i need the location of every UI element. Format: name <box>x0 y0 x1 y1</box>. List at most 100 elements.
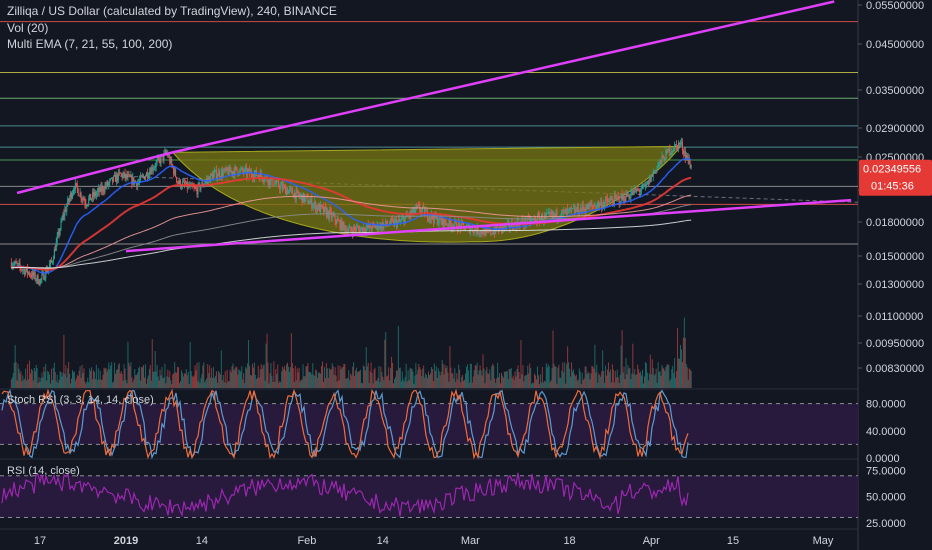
volume-bar <box>266 333 268 388</box>
candle-body <box>649 177 651 182</box>
candle-body <box>28 272 30 274</box>
volume-bar <box>303 376 305 388</box>
candle-body <box>121 173 123 178</box>
volume-bar <box>619 374 621 388</box>
volume-bar <box>33 367 35 388</box>
volume-bar <box>423 365 425 388</box>
candle-body <box>86 205 88 207</box>
volume-bar <box>232 363 234 388</box>
candle-body <box>31 271 33 278</box>
volume-bar <box>519 378 521 388</box>
candle-body <box>654 169 656 172</box>
candle-body <box>18 262 20 264</box>
candle-body <box>44 278 46 280</box>
candle-body <box>555 210 557 216</box>
volume-bar <box>617 377 619 388</box>
candle-body <box>366 224 368 228</box>
price-tick-label: 0.02900000 <box>866 123 924 135</box>
candle-body <box>286 189 288 194</box>
candle-body <box>636 189 638 192</box>
candle-body <box>141 175 143 177</box>
candle-body <box>321 204 323 207</box>
volume-bar <box>523 381 525 388</box>
candle-body <box>126 174 128 178</box>
ema-label[interactable]: Multi EMA (7, 21, 55, 100, 200) <box>7 37 172 51</box>
time-tick-label: 14 <box>377 535 389 547</box>
candle-body <box>423 206 425 208</box>
stoch-rsi-label[interactable]: Stoch RSI (3, 3, 14, 14, close) <box>7 394 154 406</box>
volume-bar <box>46 380 48 388</box>
volume-bar <box>641 375 643 388</box>
candle-body <box>283 185 285 190</box>
volume-bar <box>172 374 174 388</box>
candle-body <box>607 198 609 202</box>
volume-bar <box>548 366 550 388</box>
chart-title[interactable]: Zilliqa / US Dollar (calculated by Tradi… <box>7 4 337 18</box>
candle-body <box>327 210 329 219</box>
volume-bar <box>644 362 646 388</box>
candle-body <box>85 203 87 206</box>
volume-bar <box>634 369 636 388</box>
price-tick-label: 0.01300000 <box>866 279 924 291</box>
volume-bar <box>322 381 324 388</box>
volume-bar <box>44 371 46 388</box>
volume-bar <box>666 364 668 388</box>
rsi-label[interactable]: RSI (14, close) <box>7 465 80 477</box>
price-chart[interactable]: 0.05500000 0.04500000 0.03500000 0.02900000… <box>0 0 932 550</box>
candle-body <box>49 264 51 268</box>
volume-bar <box>106 371 108 388</box>
volume-bar <box>179 381 181 388</box>
volume-bar <box>143 365 145 388</box>
candle-body <box>329 210 331 211</box>
volume-bar <box>63 334 65 388</box>
candle-body <box>220 170 222 178</box>
volume-bar <box>618 383 620 388</box>
candle-body <box>105 185 107 187</box>
volume-bar <box>296 368 298 388</box>
volume-bar <box>12 372 14 388</box>
volume-bar <box>36 367 38 388</box>
candle-body <box>356 227 358 232</box>
volume-bar <box>186 375 188 388</box>
volume-bar <box>309 372 311 388</box>
volume-label[interactable]: Vol (20) <box>7 21 48 35</box>
volume-bar <box>239 370 241 388</box>
volume-bar <box>595 372 597 388</box>
candle-body <box>241 167 243 170</box>
volume-bar <box>290 333 292 388</box>
candle-body <box>24 269 26 275</box>
volume-bar <box>305 366 307 388</box>
volume-bar <box>192 377 194 388</box>
candle-body <box>114 174 116 182</box>
candle-body <box>318 204 320 210</box>
volume-bar <box>530 367 532 388</box>
volume-bar <box>473 370 475 388</box>
candle-body <box>644 184 646 186</box>
candle-body <box>92 192 94 199</box>
volume-bar <box>673 372 675 388</box>
volume-bar <box>490 380 492 388</box>
candle-body <box>227 170 229 175</box>
volume-bar <box>636 374 638 388</box>
volume-bar <box>212 378 214 388</box>
volume-bar <box>237 374 239 388</box>
volume-bar <box>113 381 115 388</box>
volume-bar <box>538 383 540 388</box>
volume-bar <box>324 378 326 388</box>
volume-bar <box>253 362 255 388</box>
volume-bar <box>601 371 603 388</box>
candle-body <box>677 145 679 150</box>
volume-bar <box>353 362 355 388</box>
candle-body <box>550 213 552 215</box>
volume-bar <box>366 366 368 388</box>
candle-body <box>68 198 70 202</box>
volume-bar <box>477 374 479 388</box>
candle-body <box>25 270 27 275</box>
volume-bar <box>288 371 290 388</box>
volume-bar <box>193 375 195 388</box>
candle-body <box>325 208 327 217</box>
volume-bar <box>77 375 79 388</box>
candle-body <box>244 168 246 173</box>
volume-bar <box>57 382 59 388</box>
candle-body <box>334 214 336 222</box>
